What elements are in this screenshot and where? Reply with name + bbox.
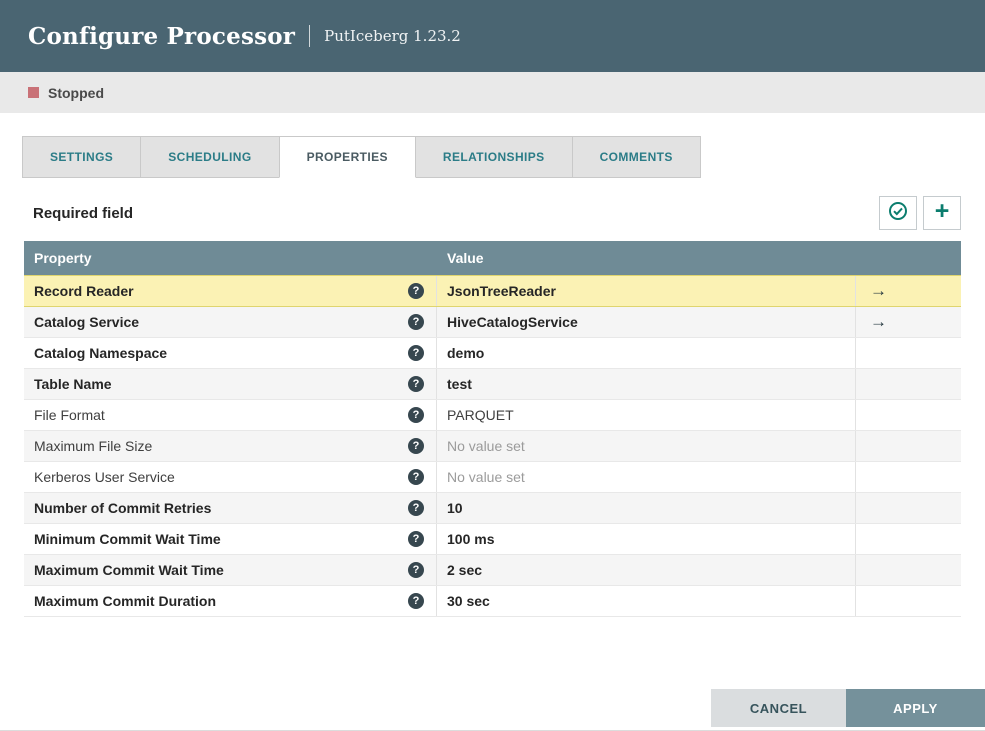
properties-toolbar: Required field +: [24, 196, 961, 230]
property-value-cell[interactable]: demo: [437, 338, 856, 368]
dialog-footer: CANCEL APPLY: [711, 689, 985, 727]
toolbar-buttons: +: [879, 196, 961, 230]
required-field-label: Required field: [33, 204, 134, 222]
table-row[interactable]: Maximum File Size? No value set: [24, 431, 961, 462]
table-header-row: Property Value: [24, 241, 961, 275]
property-value-cell[interactable]: No value set: [437, 462, 856, 492]
help-icon[interactable]: ?: [408, 314, 424, 330]
property-value: PARQUET: [447, 407, 514, 423]
apply-button[interactable]: APPLY: [846, 689, 985, 727]
configure-processor-dialog: Configure Processor PutIceberg 1.23.2 St…: [0, 0, 985, 731]
tab-settings[interactable]: SETTINGS: [22, 136, 142, 178]
help-icon[interactable]: ?: [408, 531, 424, 547]
stopped-status-icon: [28, 87, 39, 98]
table-row[interactable]: Catalog Namespace? demo: [24, 338, 961, 369]
property-value: 100 ms: [447, 531, 495, 547]
tab-scheduling-label: SCHEDULING: [168, 150, 252, 164]
table-row[interactable]: Maximum Commit Duration? 30 sec: [24, 586, 961, 617]
column-header-property: Property: [24, 241, 437, 275]
property-value-cell[interactable]: JsonTreeReader: [437, 276, 856, 306]
property-value-cell[interactable]: test: [437, 369, 856, 399]
column-header-value: Value: [437, 241, 856, 275]
plus-icon: +: [934, 197, 950, 225]
property-name: Table Name: [34, 376, 112, 392]
help-icon[interactable]: ?: [408, 593, 424, 609]
table-row[interactable]: Table Name? test: [24, 369, 961, 400]
property-value-cell[interactable]: 10: [437, 493, 856, 523]
property-name: Kerberos User Service: [34, 469, 175, 485]
column-header-goto: [856, 241, 961, 275]
table-row[interactable]: Kerberos User Service? No value set: [24, 462, 961, 493]
help-icon[interactable]: ?: [408, 376, 424, 392]
help-icon[interactable]: ?: [408, 345, 424, 361]
properties-table: Property Value Record Reader? JsonTreeRe…: [24, 241, 961, 617]
property-value: JsonTreeReader: [447, 283, 556, 299]
property-value: test: [447, 376, 472, 392]
tab-relationships-label: RELATIONSHIPS: [442, 150, 545, 164]
title-divider: [309, 25, 311, 47]
table-row[interactable]: Maximum Commit Wait Time? 2 sec: [24, 555, 961, 586]
property-value-cell[interactable]: No value set: [437, 431, 856, 461]
help-icon[interactable]: ?: [408, 407, 424, 423]
property-value: HiveCatalogService: [447, 314, 578, 330]
property-name: File Format: [34, 407, 105, 423]
processor-name-version: PutIceberg 1.23.2: [324, 27, 461, 45]
help-icon[interactable]: ?: [408, 283, 424, 299]
tab-scheduling[interactable]: SCHEDULING: [140, 136, 280, 178]
table-row[interactable]: Minimum Commit Wait Time? 100 ms: [24, 524, 961, 555]
property-value-cell[interactable]: 30 sec: [437, 586, 856, 616]
property-name: Minimum Commit Wait Time: [34, 531, 221, 547]
table-row[interactable]: Catalog Service? HiveCatalogService →: [24, 307, 961, 338]
tab-properties-label: PROPERTIES: [306, 150, 388, 164]
status-bar: Stopped: [0, 72, 985, 113]
help-icon[interactable]: ?: [408, 500, 424, 516]
dialog-header: Configure Processor PutIceberg 1.23.2: [0, 0, 985, 72]
add-property-button[interactable]: +: [923, 196, 961, 230]
cancel-button[interactable]: CANCEL: [711, 689, 846, 727]
tab-properties[interactable]: PROPERTIES: [278, 136, 416, 178]
dialog-title: Configure Processor: [28, 22, 296, 50]
property-name: Maximum Commit Wait Time: [34, 562, 224, 578]
verify-properties-button[interactable]: [879, 196, 917, 230]
property-value: No value set: [447, 438, 525, 454]
property-name: Catalog Namespace: [34, 345, 168, 361]
property-value-cell[interactable]: 100 ms: [437, 524, 856, 554]
tab-comments[interactable]: COMMENTS: [571, 136, 701, 178]
property-name: Maximum File Size: [34, 438, 153, 454]
help-icon[interactable]: ?: [408, 469, 424, 485]
property-value: 2 sec: [447, 562, 483, 578]
property-column-label: Property: [34, 250, 92, 266]
property-value-cell[interactable]: PARQUET: [437, 400, 856, 430]
property-name: Catalog Service: [34, 314, 140, 330]
check-circle-icon: [888, 201, 908, 226]
table-row[interactable]: File Format? PARQUET: [24, 400, 961, 431]
value-column-label: Value: [447, 250, 484, 266]
help-icon[interactable]: ?: [408, 562, 424, 578]
property-name: Maximum Commit Duration: [34, 593, 217, 609]
property-value: No value set: [447, 469, 525, 485]
property-value-cell[interactable]: 2 sec: [437, 555, 856, 585]
property-value: 30 sec: [447, 593, 490, 609]
tab-relationships[interactable]: RELATIONSHIPS: [414, 136, 573, 178]
property-name: Record Reader: [34, 283, 134, 299]
table-row[interactable]: Number of Commit Retries? 10: [24, 493, 961, 524]
goto-service-icon[interactable]: →: [870, 312, 887, 332]
tab-comments-label: COMMENTS: [599, 150, 673, 164]
tab-settings-label: SETTINGS: [50, 150, 114, 164]
goto-service-icon[interactable]: →: [870, 281, 887, 301]
property-value-cell[interactable]: HiveCatalogService: [437, 307, 856, 337]
property-name: Number of Commit Retries: [34, 500, 212, 516]
table-row[interactable]: Record Reader? JsonTreeReader →: [24, 275, 961, 307]
status-label: Stopped: [48, 84, 104, 101]
property-value: demo: [447, 345, 485, 361]
dialog-tabs: SETTINGS SCHEDULING PROPERTIES RELATIONS…: [22, 136, 985, 178]
help-icon[interactable]: ?: [408, 438, 424, 454]
property-value: 10: [447, 500, 463, 516]
